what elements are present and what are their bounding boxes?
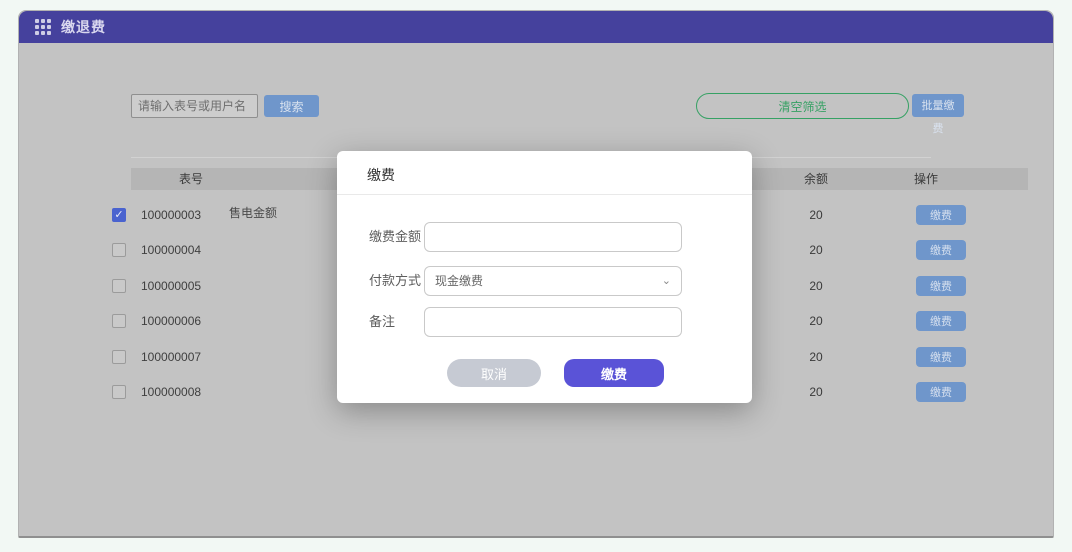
row-checkbox[interactable] xyxy=(112,385,126,399)
cancel-button[interactable]: 取消 xyxy=(447,359,541,387)
remark-label: 备注 xyxy=(369,307,395,337)
note-cell: 售电金额 xyxy=(229,206,349,220)
row-pay-button[interactable]: 缴费 xyxy=(916,205,966,225)
row-checkbox[interactable] xyxy=(112,279,126,293)
amount-input[interactable] xyxy=(424,222,682,252)
modal-title: 缴费 xyxy=(367,165,395,185)
amount-label: 缴费金额 xyxy=(369,222,421,252)
balance-cell: 20 xyxy=(776,385,856,399)
app-header: 缴退费 xyxy=(19,11,1053,43)
chevron-down-icon: ⌄ xyxy=(662,267,671,295)
row-checkbox[interactable]: ✓ xyxy=(112,208,126,222)
app-window: 缴退费 搜索 清空筛选 批量缴费 表号 余额 操作 ✓ 100000003 售电… xyxy=(18,10,1054,538)
payment-method-select[interactable]: 现金缴费 ⌄ xyxy=(424,266,682,296)
row-pay-button[interactable]: 缴费 xyxy=(916,240,966,260)
column-header-balance: 余额 xyxy=(776,168,856,190)
confirm-pay-button[interactable]: 缴费 xyxy=(564,359,664,387)
meter-no-cell: 100000003 xyxy=(141,208,241,222)
apps-grid-icon[interactable] xyxy=(35,19,51,35)
balance-cell: 20 xyxy=(776,279,856,293)
column-header-actions: 操作 xyxy=(886,168,966,190)
meter-no-cell: 100000004 xyxy=(141,243,241,257)
row-checkbox[interactable] xyxy=(112,243,126,257)
row-pay-button[interactable]: 缴费 xyxy=(916,382,966,402)
search-input[interactable] xyxy=(131,94,258,118)
row-checkbox[interactable] xyxy=(112,350,126,364)
balance-cell: 20 xyxy=(776,243,856,257)
balance-cell: 20 xyxy=(776,314,856,328)
balance-cell: 20 xyxy=(776,208,856,222)
row-pay-button[interactable]: 缴费 xyxy=(916,276,966,296)
payment-method-value: 现金缴费 xyxy=(435,274,483,288)
modal-divider xyxy=(337,194,752,195)
remark-input[interactable] xyxy=(424,307,682,337)
row-pay-button[interactable]: 缴费 xyxy=(916,311,966,331)
balance-cell: 20 xyxy=(776,350,856,364)
search-button[interactable]: 搜索 xyxy=(264,95,319,117)
meter-no-cell: 100000008 xyxy=(141,385,241,399)
row-pay-button[interactable]: 缴费 xyxy=(916,347,966,367)
row-checkbox[interactable] xyxy=(112,314,126,328)
payment-method-label: 付款方式 xyxy=(369,266,421,296)
batch-pay-button[interactable]: 批量缴费 xyxy=(912,94,964,117)
page-title: 缴退费 xyxy=(61,17,106,37)
pay-modal: 缴费 缴费金额 付款方式 现金缴费 ⌄ 备注 取消 缴费 xyxy=(337,151,752,403)
meter-no-cell: 100000007 xyxy=(141,350,241,364)
meter-no-cell: 100000006 xyxy=(141,314,241,328)
clear-filter-button[interactable]: 清空筛选 xyxy=(696,93,909,119)
column-header-meter-no: 表号 xyxy=(151,168,231,190)
meter-no-cell: 100000005 xyxy=(141,279,241,293)
